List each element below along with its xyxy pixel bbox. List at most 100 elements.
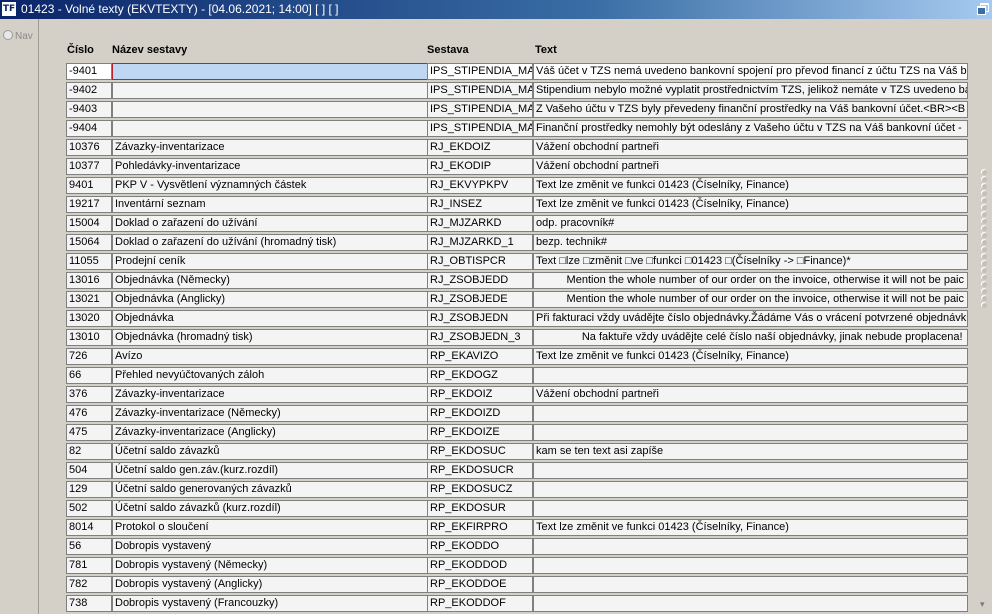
row-id-cell[interactable]: 13016	[66, 272, 112, 289]
row-id-cell[interactable]: 10377	[66, 158, 112, 175]
table-row[interactable]: -9404 IPS_STIPENDIA_MAIL Finanční prostřed…	[66, 120, 968, 137]
row-text-cell[interactable]	[533, 500, 968, 517]
row-report-cell[interactable]: RJ_MJZARKD	[427, 215, 533, 232]
table-row[interactable]: 19217 Inventární seznam RJ_INSEZ Text lze z…	[66, 196, 968, 213]
row-id-cell[interactable]: -9401	[66, 63, 112, 80]
row-name-cell[interactable]: Inventární seznam	[112, 196, 428, 213]
row-report-cell[interactable]: RJ_ZSOBJEDE	[427, 291, 533, 308]
table-row[interactable]: 13010 Objednávka (hromadný tisk) RJ_ZSOBJE…	[66, 329, 968, 346]
row-id-cell[interactable]: 11055	[66, 253, 112, 270]
column-header-text[interactable]: Text	[535, 44, 557, 56]
row-text-cell[interactable]	[533, 557, 968, 574]
table-row[interactable]: 738 Dobropis vystavený (Francouzky) RP_EKO…	[66, 595, 968, 612]
row-report-cell[interactable]: RP_EKODDOE	[427, 576, 533, 593]
row-name-cell[interactable]: Účetní saldo závazků (kurz.rozdíl)	[112, 500, 428, 517]
row-text-cell[interactable]: Mention the whole number of our order on…	[533, 291, 968, 308]
row-id-cell[interactable]: -9402	[66, 82, 112, 99]
row-report-cell[interactable]: RP_EKDOSUCZ	[427, 481, 533, 498]
row-report-cell[interactable]: RP_EKODDOD	[427, 557, 533, 574]
row-report-cell[interactable]: RP_EKDOIZD	[427, 405, 533, 422]
row-text-cell[interactable]	[533, 367, 968, 384]
table-row[interactable]: 476 Závazky-inventarizace (Německy) RP_EKD…	[66, 405, 968, 422]
row-report-cell[interactable]: RJ_ZSOBJEDD	[427, 272, 533, 289]
table-row[interactable]: 15004 Doklad o zařazení do užívání RJ_MJZA…	[66, 215, 968, 232]
row-report-cell[interactable]: RP_EKFIRPRO	[427, 519, 533, 536]
row-report-cell[interactable]: RP_EKDOSUR	[427, 500, 533, 517]
column-header-report[interactable]: Sestava	[427, 44, 469, 56]
row-name-cell[interactable]	[112, 82, 428, 99]
row-text-cell[interactable]: kam se ten text asi zapíše	[533, 443, 968, 460]
table-row[interactable]: 504 Účetní saldo gen.záv.(kurz.rozdíl) RP_…	[66, 462, 968, 479]
restore-icon[interactable]	[977, 3, 989, 15]
row-text-cell[interactable]: Text lze změnit ve funkci 01423 (Číselní…	[533, 348, 968, 365]
row-text-cell[interactable]: Text lze změnit ve funkci 01423 (Číselní…	[533, 196, 968, 213]
row-report-cell[interactable]: RJ_ZSOBJEDN_3	[427, 329, 533, 346]
row-report-cell[interactable]: RJ_OBTISPCR	[427, 253, 533, 270]
row-report-cell[interactable]: IPS_STIPENDIA_MAIL	[427, 120, 533, 137]
row-text-cell[interactable]: Vážení obchodní partneři	[533, 386, 968, 403]
row-name-cell[interactable]: Závazky-inventarizace	[112, 386, 428, 403]
column-header-name[interactable]: Název sestavy	[112, 44, 187, 56]
table-row[interactable]: -9403 IPS_STIPENDIA_MAIL Z Vašeho účtu v T…	[66, 101, 968, 118]
row-report-cell[interactable]: RJ_MJZARKD_1	[427, 234, 533, 251]
row-id-cell[interactable]: 15064	[66, 234, 112, 251]
row-name-cell[interactable]: Závazky-inventarizace (Německy)	[112, 405, 428, 422]
row-id-cell[interactable]: 19217	[66, 196, 112, 213]
row-id-cell[interactable]: 476	[66, 405, 112, 422]
row-text-cell[interactable]	[533, 538, 968, 555]
row-name-cell[interactable]	[112, 120, 428, 137]
row-name-cell[interactable]: Objednávka	[112, 310, 428, 327]
row-report-cell[interactable]: RJ_ZSOBJEDN	[427, 310, 533, 327]
row-name-cell[interactable]: Objednávka (hromadný tisk)	[112, 329, 428, 346]
row-text-cell[interactable]	[533, 595, 968, 612]
row-name-cell[interactable]: Účetní saldo generovaných závazků	[112, 481, 428, 498]
row-id-cell[interactable]: 9401	[66, 177, 112, 194]
row-id-cell[interactable]: 475	[66, 424, 112, 441]
table-row[interactable]: -9402 IPS_STIPENDIA_MAIL Stipendium nebylo…	[66, 82, 968, 99]
row-text-cell[interactable]: odp. pracovník#	[533, 215, 968, 232]
row-name-cell[interactable]: Dobropis vystavený (Německy)	[112, 557, 428, 574]
row-name-cell[interactable]: Doklad o zařazení do užívání (hromadný t…	[112, 234, 428, 251]
row-name-cell[interactable]: Dobropis vystavený (Anglicky)	[112, 576, 428, 593]
row-report-cell[interactable]: RJ_INSEZ	[427, 196, 533, 213]
row-report-cell[interactable]: RJ_EKVYPKPV	[427, 177, 533, 194]
column-header-id[interactable]: Číslo	[67, 44, 94, 56]
table-row[interactable]: 10377 Pohledávky-inventarizace RJ_EKODIP Vá…	[66, 158, 968, 175]
row-text-cell[interactable]: Vážení obchodní partneři	[533, 158, 968, 175]
table-row[interactable]: 502 Účetní saldo závazků (kurz.rozdíl) RP_…	[66, 500, 968, 517]
table-row[interactable]: 781 Dobropis vystavený (Německy) RP_EKODDO…	[66, 557, 968, 574]
row-text-cell[interactable]: Text lze změnit ve funkci 01423 (Číselní…	[533, 177, 968, 194]
row-id-cell[interactable]: 376	[66, 386, 112, 403]
table-row[interactable]: 782 Dobropis vystavený (Anglicky) RP_EKODD…	[66, 576, 968, 593]
row-name-cell[interactable]: Účetní saldo gen.záv.(kurz.rozdíl)	[112, 462, 428, 479]
row-text-cell[interactable]: Mention the whole number of our order on…	[533, 272, 968, 289]
row-report-cell[interactable]: RJ_EKODIP	[427, 158, 533, 175]
row-text-cell[interactable]: Z Vašeho účtu v TZS byly převedeny finan…	[533, 101, 968, 118]
row-report-cell[interactable]: RP_EKDOIZ	[427, 386, 533, 403]
row-text-cell[interactable]: Na faktuře vždy uvádějte celé číslo naší…	[533, 329, 968, 346]
row-id-cell[interactable]: 56	[66, 538, 112, 555]
row-text-cell[interactable]: Text lze změnit ve funkci 01423 (Číselní…	[533, 519, 968, 536]
nav-radio-button[interactable]: Nav	[3, 30, 33, 43]
row-id-cell[interactable]: 129	[66, 481, 112, 498]
row-report-cell[interactable]: RP_EKDOGZ	[427, 367, 533, 384]
row-text-cell[interactable]: Text □lze □změnit □ve □funkci □01423 □(Č…	[533, 253, 968, 270]
table-row[interactable]: 9401 PKP V - Vysvětlení významných částek…	[66, 177, 968, 194]
row-name-cell[interactable]: Objednávka (Německy)	[112, 272, 428, 289]
row-text-cell[interactable]	[533, 462, 968, 479]
row-name-cell[interactable]: PKP V - Vysvětlení významných částek	[112, 177, 428, 194]
table-row[interactable]: 11055 Prodejní ceník RJ_OBTISPCR Text □lze …	[66, 253, 968, 270]
row-id-cell[interactable]: 13010	[66, 329, 112, 346]
row-name-cell[interactable]: Objednávka (Anglicky)	[112, 291, 428, 308]
row-id-cell[interactable]: 502	[66, 500, 112, 517]
row-name-cell[interactable]: Doklad o zařazení do užívání	[112, 215, 428, 232]
scrollbar-grip[interactable]	[980, 168, 988, 338]
row-name-cell[interactable]: Protokol o sloučení	[112, 519, 428, 536]
row-report-cell[interactable]: RP_EKODDOF	[427, 595, 533, 612]
row-report-cell[interactable]: IPS_STIPENDIA_MAIL	[427, 82, 533, 99]
row-report-cell[interactable]: RP_EKAVIZO	[427, 348, 533, 365]
row-name-cell[interactable]: Účetní saldo závazků	[112, 443, 428, 460]
row-id-cell[interactable]: 13020	[66, 310, 112, 327]
row-report-cell[interactable]: RP_EKDOSUC	[427, 443, 533, 460]
row-id-cell[interactable]: 504	[66, 462, 112, 479]
